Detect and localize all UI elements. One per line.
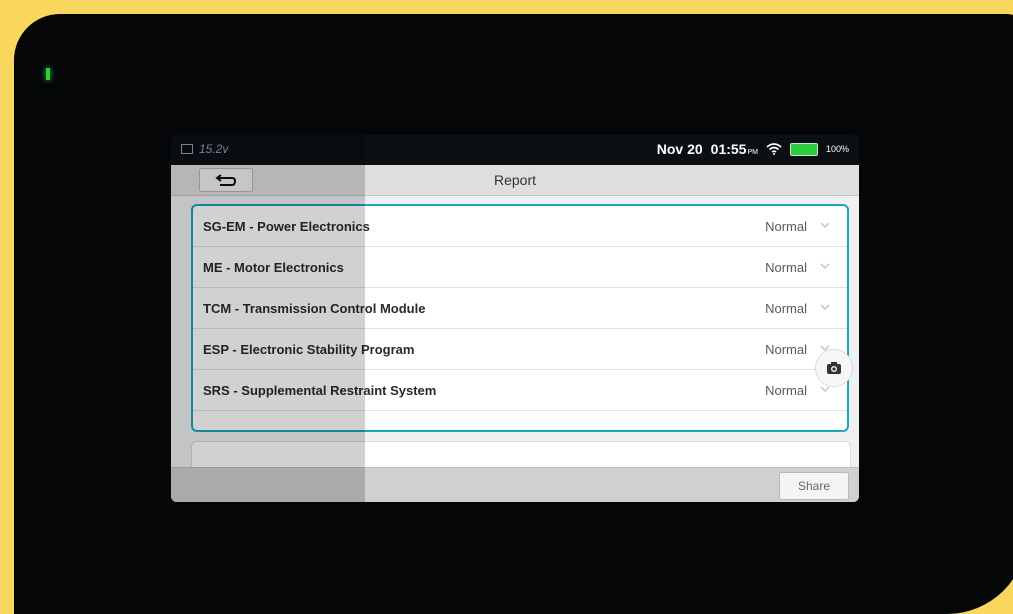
module-status: Normal	[765, 260, 807, 275]
status-ampm: PM	[747, 149, 758, 156]
module-status: Normal	[765, 383, 807, 398]
device-bezel: 15.2v Nov 20 01:55PM 100% Report SG-EM -…	[14, 14, 1013, 614]
module-name: ESP - Electronic Stability Program	[203, 342, 415, 357]
page-title: Report	[493, 172, 537, 188]
chevron-down-icon	[820, 304, 830, 311]
battery-percent: 100%	[825, 144, 849, 154]
battery-icon	[789, 142, 818, 156]
bottom-toolbar: Share	[171, 467, 859, 502]
module-status: Normal	[765, 301, 807, 316]
module-status: Normal	[765, 219, 807, 234]
module-row[interactable]: SRS - Supplemental Restraint System Norm…	[193, 370, 847, 411]
voltage-text: 15.2v	[199, 142, 229, 156]
module-status: Normal	[765, 342, 807, 357]
share-button[interactable]: Share	[779, 472, 849, 500]
module-row[interactable]: ME - Motor Electronics Normal	[193, 247, 847, 288]
chevron-down-icon	[820, 222, 830, 229]
module-name: SRS - Supplemental Restraint System	[203, 383, 437, 398]
tablet-screen: 15.2v Nov 20 01:55PM 100% Report SG-EM -…	[171, 135, 859, 502]
status-bar: 15.2v Nov 20 01:55PM 100%	[171, 135, 859, 165]
power-led	[46, 68, 50, 80]
screenshot-button[interactable]	[815, 349, 853, 387]
module-name: SG-EM - Power Electronics	[203, 219, 370, 234]
status-date: Nov 20	[656, 141, 703, 157]
wifi-icon	[766, 143, 782, 155]
title-bar: Report	[171, 165, 859, 196]
status-right: Nov 20 01:55PM 100%	[657, 141, 849, 157]
chevron-down-icon	[820, 263, 830, 270]
module-row[interactable]: SG-EM - Power Electronics Normal	[193, 206, 847, 247]
module-row[interactable]: TCM - Transmission Control Module Normal	[193, 288, 847, 329]
status-time-wrap: 01:55PM	[711, 141, 758, 157]
voltage-indicator: 15.2v	[181, 142, 228, 156]
module-name: TCM - Transmission Control Module	[203, 301, 426, 316]
module-name: ME - Motor Electronics	[203, 260, 344, 275]
camera-icon	[827, 362, 841, 374]
car-battery-icon	[181, 144, 193, 154]
report-content: SG-EM - Power Electronics Normal ME - Mo…	[171, 196, 859, 502]
status-time: 01:55	[710, 141, 747, 157]
module-list: SG-EM - Power Electronics Normal ME - Mo…	[191, 204, 853, 432]
module-row[interactable]: ESP - Electronic Stability Program Norma…	[193, 329, 847, 370]
